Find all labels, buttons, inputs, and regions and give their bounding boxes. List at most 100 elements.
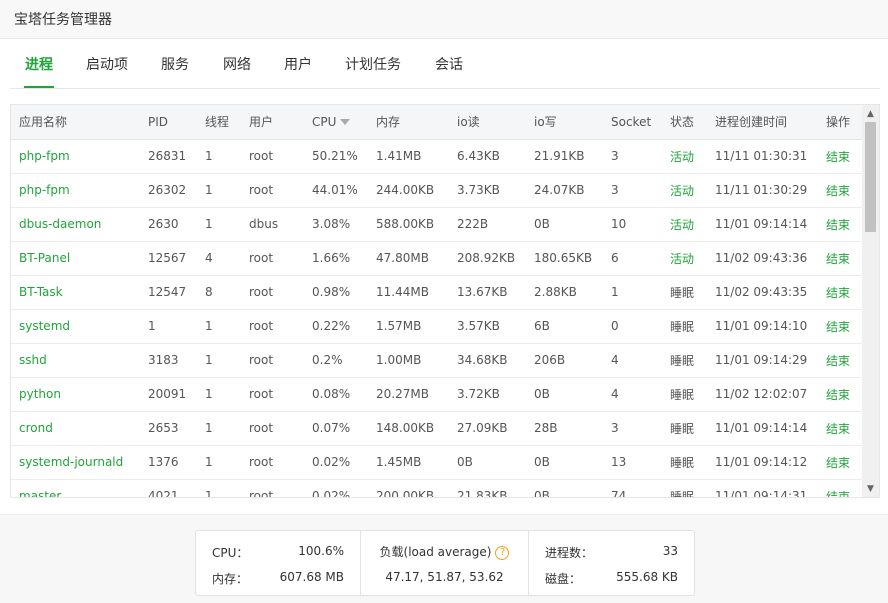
col-memory[interactable]: 内存 [368,105,449,140]
tab-startup[interactable]: 启动项 [85,54,129,88]
cell-pid: 20091 [140,377,197,412]
cell-action[interactable]: 结束 [818,139,863,174]
cell-memory: 11.44MB [368,275,449,310]
help-icon[interactable]: ? [495,545,510,560]
cpu-label: CPU： [212,546,249,560]
cell-created: 11/01 09:14:14 [707,411,818,446]
tab-processes[interactable]: 进程 [24,54,54,88]
cell-app-name: master [11,479,140,497]
cell-cpu: 0.02% [304,445,368,480]
col-pid[interactable]: PID [140,105,197,140]
cell-io-write: 0B [526,479,603,497]
cell-action[interactable]: 结束 [818,207,863,242]
col-status[interactable]: 状态 [662,105,707,140]
cell-created: 11/11 01:30:31 [707,139,818,174]
cell-status: 活动 [662,241,707,276]
scroll-down-icon[interactable]: ▼ [862,480,879,497]
table-row[interactable]: dbus-daemon 2630 1 dbus 3.08% 588.00KB 222B 0B 1… [11,207,863,242]
table-row[interactable]: master 4021 1 root 0.02% 200.00KB 21.83KB 0B 74 睡… [11,479,863,497]
cell-cpu: 50.21% [304,139,368,174]
cell-action[interactable]: 结束 [818,479,863,497]
cell-memory: 1.41MB [368,139,449,174]
cell-status: 活动 [662,173,707,208]
col-cpu[interactable]: CPU [304,105,368,140]
cell-pid: 2653 [140,411,197,446]
cell-action[interactable]: 结束 [818,173,863,208]
cell-io-read: 13.67KB [449,275,526,310]
table-scrollbar[interactable]: ▲ ▼ [862,105,879,497]
tab-users[interactable]: 用户 [283,54,313,88]
cell-action[interactable]: 结束 [818,411,863,446]
cell-threads: 1 [197,479,241,497]
col-user[interactable]: 用户 [241,105,304,140]
cell-cpu: 0.02% [304,479,368,497]
title-bar: 宝塔任务管理器 [0,0,888,39]
scroll-thumb[interactable] [865,122,876,232]
cell-memory: 148.00KB [368,411,449,446]
table-row[interactable]: php-fpm 26302 1 root 44.01% 244.00KB 3.73KB 24.… [11,173,863,208]
table-row[interactable]: BT-Panel 12567 4 root 1.66% 47.80MB 208.92KB 18… [11,241,863,276]
cell-threads: 4 [197,241,241,276]
cell-socket: 10 [603,207,662,242]
cell-created: 11/02 09:43:36 [707,241,818,276]
cell-io-write: 0B [526,377,603,412]
cell-threads: 1 [197,139,241,174]
cell-status: 睡眠 [662,377,707,412]
tab-sessions[interactable]: 会话 [434,54,464,88]
cell-io-write: 206B [526,343,603,378]
cell-app-name: php-fpm [11,173,140,208]
cell-action[interactable]: 结束 [818,377,863,412]
cell-memory: 1.57MB [368,309,449,344]
cell-threads: 1 [197,411,241,446]
tab-network[interactable]: 网络 [222,54,252,88]
table-row[interactable]: systemd 1 1 root 0.22% 1.57MB 3.57KB 6B 0 睡眠 11/01… [11,309,863,344]
cell-action[interactable]: 结束 [818,241,863,276]
cell-pid: 3183 [140,343,197,378]
stats-cpu-mem: CPU： 100.6% 内存： 607.68 MB [196,531,361,595]
cell-created: 11/01 09:14:12 [707,445,818,480]
table-row[interactable]: crond 2653 1 root 0.07% 148.00KB 27.09KB 28B 3 睡眠… [11,411,863,446]
col-app-name[interactable]: 应用名称 [11,105,140,140]
table-row[interactable]: python 20091 1 root 0.08% 20.27MB 3.72KB 0B 4 睡眠 1… [11,377,863,412]
cell-action[interactable]: 结束 [818,309,863,344]
col-created[interactable]: 进程创建时间 [707,105,818,140]
cell-created: 11/01 09:14:31 [707,479,818,497]
cell-io-write: 24.07KB [526,173,603,208]
table-row[interactable]: BT-Task 12547 8 root 0.98% 11.44MB 13.67KB 2.88… [11,275,863,310]
cell-socket: 74 [603,479,662,497]
cell-cpu: 0.98% [304,275,368,310]
cell-status: 睡眠 [662,445,707,480]
tab-services[interactable]: 服务 [160,54,190,88]
cell-socket: 13 [603,445,662,480]
col-io-read[interactable]: io读 [449,105,526,140]
disk-label: 磁盘： [545,572,582,586]
cell-socket: 3 [603,173,662,208]
cell-memory: 244.00KB [368,173,449,208]
cell-memory: 1.00MB [368,343,449,378]
cell-status: 活动 [662,139,707,174]
cell-action[interactable]: 结束 [818,275,863,310]
table-row[interactable]: systemd-journald 1376 1 root 0.02% 1.45MB 0B 0B… [11,445,863,480]
cell-status: 睡眠 [662,479,707,497]
tab-scheduled-tasks[interactable]: 计划任务 [344,54,402,88]
cell-cpu: 1.66% [304,241,368,276]
cell-action[interactable]: 结束 [818,343,863,378]
process-table-container[interactable]: 应用名称 PID 线程 用户 CPU 内存 io读 io写 Socket 状态 … [10,104,880,498]
col-socket[interactable]: Socket [603,105,662,140]
col-threads[interactable]: 线程 [197,105,241,140]
cell-cpu: 3.08% [304,207,368,242]
cell-socket: 1 [603,275,662,310]
cell-io-write: 21.91KB [526,139,603,174]
cell-socket: 4 [603,377,662,412]
table-row[interactable]: php-fpm 26831 1 root 50.21% 1.41MB 6.43KB 21.91… [11,139,863,174]
scroll-up-icon[interactable]: ▲ [862,105,879,122]
cell-io-read: 208.92KB [449,241,526,276]
col-io-write[interactable]: io写 [526,105,603,140]
cell-io-read: 0B [449,445,526,480]
tab-bar: 进程 启动项 服务 网络 用户 计划任务 会话 [10,39,880,89]
cell-action[interactable]: 结束 [818,445,863,480]
cell-pid: 2630 [140,207,197,242]
table-row[interactable]: sshd 3183 1 root 0.2% 1.00MB 34.68KB 206B 4 睡眠 11/… [11,343,863,378]
cell-user: root [241,275,304,310]
cell-pid: 26831 [140,139,197,174]
